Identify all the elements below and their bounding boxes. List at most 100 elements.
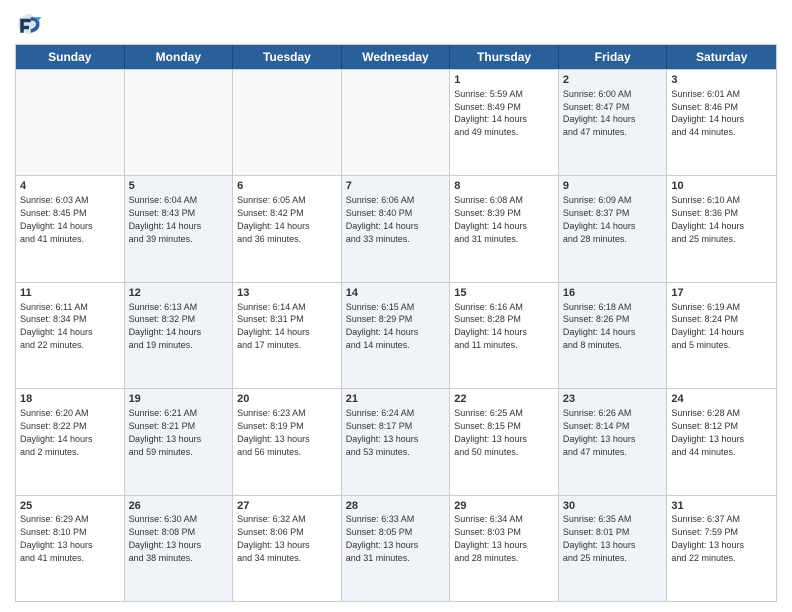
cal-cell-4: 4Sunrise: 6:03 AM Sunset: 8:45 PM Daylig…: [16, 176, 125, 281]
cal-cell-2: 2Sunrise: 6:00 AM Sunset: 8:47 PM Daylig…: [559, 70, 668, 175]
cell-text: Sunrise: 6:25 AM Sunset: 8:15 PM Dayligh…: [454, 408, 527, 456]
calendar-body: 1Sunrise: 5:59 AM Sunset: 8:49 PM Daylig…: [16, 69, 776, 601]
cell-text: Sunrise: 6:35 AM Sunset: 8:01 PM Dayligh…: [563, 514, 636, 562]
cal-cell-29: 29Sunrise: 6:34 AM Sunset: 8:03 PM Dayli…: [450, 496, 559, 601]
day-number: 16: [563, 286, 663, 301]
day-number: 22: [454, 392, 554, 407]
cell-text: Sunrise: 6:30 AM Sunset: 8:08 PM Dayligh…: [129, 514, 202, 562]
cell-text: Sunrise: 6:15 AM Sunset: 8:29 PM Dayligh…: [346, 302, 419, 350]
cal-cell-empty-0-1: [125, 70, 234, 175]
day-number: 31: [671, 499, 772, 514]
cal-cell-7: 7Sunrise: 6:06 AM Sunset: 8:40 PM Daylig…: [342, 176, 451, 281]
cell-text: Sunrise: 6:26 AM Sunset: 8:14 PM Dayligh…: [563, 408, 636, 456]
day-number: 30: [563, 499, 663, 514]
cell-text: Sunrise: 6:16 AM Sunset: 8:28 PM Dayligh…: [454, 302, 527, 350]
cell-text: Sunrise: 6:21 AM Sunset: 8:21 PM Dayligh…: [129, 408, 202, 456]
cal-cell-20: 20Sunrise: 6:23 AM Sunset: 8:19 PM Dayli…: [233, 389, 342, 494]
cell-text: Sunrise: 6:13 AM Sunset: 8:32 PM Dayligh…: [129, 302, 202, 350]
cal-cell-empty-0-0: [16, 70, 125, 175]
cell-text: Sunrise: 6:00 AM Sunset: 8:47 PM Dayligh…: [563, 89, 636, 137]
day-number: 8: [454, 179, 554, 194]
cell-text: Sunrise: 6:33 AM Sunset: 8:05 PM Dayligh…: [346, 514, 419, 562]
day-number: 24: [671, 392, 772, 407]
day-number: 21: [346, 392, 446, 407]
day-number: 26: [129, 499, 229, 514]
cell-text: Sunrise: 6:32 AM Sunset: 8:06 PM Dayligh…: [237, 514, 310, 562]
cal-cell-28: 28Sunrise: 6:33 AM Sunset: 8:05 PM Dayli…: [342, 496, 451, 601]
day-number: 2: [563, 73, 663, 88]
day-number: 28: [346, 499, 446, 514]
day-number: 13: [237, 286, 337, 301]
cell-text: Sunrise: 6:14 AM Sunset: 8:31 PM Dayligh…: [237, 302, 310, 350]
cell-text: Sunrise: 6:06 AM Sunset: 8:40 PM Dayligh…: [346, 195, 419, 243]
day-number: 15: [454, 286, 554, 301]
day-number: 23: [563, 392, 663, 407]
cal-cell-6: 6Sunrise: 6:05 AM Sunset: 8:42 PM Daylig…: [233, 176, 342, 281]
cal-row-3: 18Sunrise: 6:20 AM Sunset: 8:22 PM Dayli…: [16, 388, 776, 494]
cal-cell-12: 12Sunrise: 6:13 AM Sunset: 8:32 PM Dayli…: [125, 283, 234, 388]
day-number: 3: [671, 73, 772, 88]
header-day-friday: Friday: [559, 45, 668, 69]
day-number: 20: [237, 392, 337, 407]
cal-cell-25: 25Sunrise: 6:29 AM Sunset: 8:10 PM Dayli…: [16, 496, 125, 601]
cell-text: Sunrise: 6:01 AM Sunset: 8:46 PM Dayligh…: [671, 89, 744, 137]
cell-text: Sunrise: 6:18 AM Sunset: 8:26 PM Dayligh…: [563, 302, 636, 350]
day-number: 25: [20, 499, 120, 514]
cell-text: Sunrise: 6:09 AM Sunset: 8:37 PM Dayligh…: [563, 195, 636, 243]
cell-text: Sunrise: 6:19 AM Sunset: 8:24 PM Dayligh…: [671, 302, 744, 350]
day-number: 17: [671, 286, 772, 301]
cal-cell-18: 18Sunrise: 6:20 AM Sunset: 8:22 PM Dayli…: [16, 389, 125, 494]
calendar-header: SundayMondayTuesdayWednesdayThursdayFrid…: [16, 45, 776, 69]
cal-cell-14: 14Sunrise: 6:15 AM Sunset: 8:29 PM Dayli…: [342, 283, 451, 388]
cell-text: Sunrise: 6:37 AM Sunset: 7:59 PM Dayligh…: [671, 514, 744, 562]
page: SundayMondayTuesdayWednesdayThursdayFrid…: [0, 0, 792, 612]
cal-cell-3: 3Sunrise: 6:01 AM Sunset: 8:46 PM Daylig…: [667, 70, 776, 175]
header-day-tuesday: Tuesday: [233, 45, 342, 69]
day-number: 5: [129, 179, 229, 194]
header: [15, 10, 777, 38]
cell-text: Sunrise: 6:11 AM Sunset: 8:34 PM Dayligh…: [20, 302, 93, 350]
cal-cell-11: 11Sunrise: 6:11 AM Sunset: 8:34 PM Dayli…: [16, 283, 125, 388]
cell-text: Sunrise: 6:20 AM Sunset: 8:22 PM Dayligh…: [20, 408, 93, 456]
day-number: 9: [563, 179, 663, 194]
cal-row-2: 11Sunrise: 6:11 AM Sunset: 8:34 PM Dayli…: [16, 282, 776, 388]
cal-cell-empty-0-2: [233, 70, 342, 175]
cal-cell-empty-0-3: [342, 70, 451, 175]
header-day-monday: Monday: [125, 45, 234, 69]
day-number: 6: [237, 179, 337, 194]
cal-cell-16: 16Sunrise: 6:18 AM Sunset: 8:26 PM Dayli…: [559, 283, 668, 388]
cal-cell-24: 24Sunrise: 6:28 AM Sunset: 8:12 PM Dayli…: [667, 389, 776, 494]
day-number: 11: [20, 286, 120, 301]
day-number: 12: [129, 286, 229, 301]
cal-cell-17: 17Sunrise: 6:19 AM Sunset: 8:24 PM Dayli…: [667, 283, 776, 388]
day-number: 4: [20, 179, 120, 194]
cal-cell-23: 23Sunrise: 6:26 AM Sunset: 8:14 PM Dayli…: [559, 389, 668, 494]
calendar: SundayMondayTuesdayWednesdayThursdayFrid…: [15, 44, 777, 602]
header-day-wednesday: Wednesday: [342, 45, 451, 69]
cell-text: Sunrise: 6:05 AM Sunset: 8:42 PM Dayligh…: [237, 195, 310, 243]
cell-text: Sunrise: 6:24 AM Sunset: 8:17 PM Dayligh…: [346, 408, 419, 456]
cal-cell-19: 19Sunrise: 6:21 AM Sunset: 8:21 PM Dayli…: [125, 389, 234, 494]
day-number: 29: [454, 499, 554, 514]
cal-cell-13: 13Sunrise: 6:14 AM Sunset: 8:31 PM Dayli…: [233, 283, 342, 388]
cal-cell-31: 31Sunrise: 6:37 AM Sunset: 7:59 PM Dayli…: [667, 496, 776, 601]
cell-text: Sunrise: 6:08 AM Sunset: 8:39 PM Dayligh…: [454, 195, 527, 243]
cal-cell-21: 21Sunrise: 6:24 AM Sunset: 8:17 PM Dayli…: [342, 389, 451, 494]
cal-row-1: 4Sunrise: 6:03 AM Sunset: 8:45 PM Daylig…: [16, 175, 776, 281]
cal-cell-9: 9Sunrise: 6:09 AM Sunset: 8:37 PM Daylig…: [559, 176, 668, 281]
cell-text: Sunrise: 6:29 AM Sunset: 8:10 PM Dayligh…: [20, 514, 93, 562]
cell-text: Sunrise: 5:59 AM Sunset: 8:49 PM Dayligh…: [454, 89, 527, 137]
day-number: 18: [20, 392, 120, 407]
cal-cell-22: 22Sunrise: 6:25 AM Sunset: 8:15 PM Dayli…: [450, 389, 559, 494]
cell-text: Sunrise: 6:34 AM Sunset: 8:03 PM Dayligh…: [454, 514, 527, 562]
cal-cell-30: 30Sunrise: 6:35 AM Sunset: 8:01 PM Dayli…: [559, 496, 668, 601]
cal-cell-27: 27Sunrise: 6:32 AM Sunset: 8:06 PM Dayli…: [233, 496, 342, 601]
cell-text: Sunrise: 6:10 AM Sunset: 8:36 PM Dayligh…: [671, 195, 744, 243]
cell-text: Sunrise: 6:03 AM Sunset: 8:45 PM Dayligh…: [20, 195, 93, 243]
day-number: 27: [237, 499, 337, 514]
cal-row-4: 25Sunrise: 6:29 AM Sunset: 8:10 PM Dayli…: [16, 495, 776, 601]
cal-cell-10: 10Sunrise: 6:10 AM Sunset: 8:36 PM Dayli…: [667, 176, 776, 281]
header-day-thursday: Thursday: [450, 45, 559, 69]
cal-cell-1: 1Sunrise: 5:59 AM Sunset: 8:49 PM Daylig…: [450, 70, 559, 175]
day-number: 10: [671, 179, 772, 194]
